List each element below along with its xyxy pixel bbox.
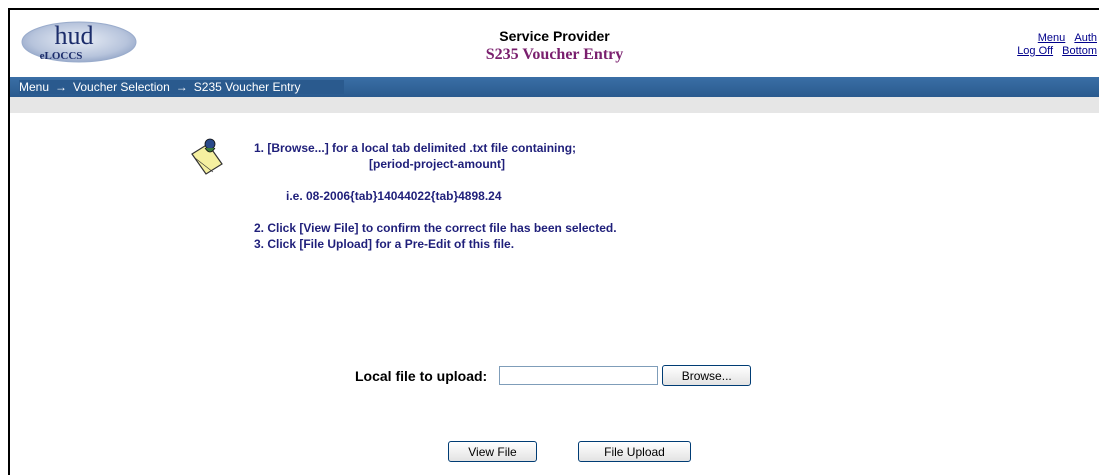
instruction-example: i.e. 08-2006{tab}14044022{tab}4898.24 [286,189,502,203]
instruction-step-1-format: [period-project-amount] [369,157,505,171]
upload-row: Local file to upload: Browse... [355,365,752,386]
view-file-button[interactable]: View File [448,441,537,462]
page-title: S235 Voucher Entry [485,46,624,63]
logoff-link[interactable]: Log Off [1017,45,1053,57]
arrow-right-icon: → [175,80,188,94]
top-links: Menu Auth Log Off Bottom [1011,32,1097,58]
bottom-link[interactable]: Bottom [1062,45,1097,57]
browse-button[interactable]: Browse... [662,365,752,386]
breadcrumb-item-voucher-selection[interactable]: Voucher Selection [73,80,170,94]
breadcrumb-item-s235-voucher-entry: S235 Voucher Entry [193,80,301,94]
auth-link[interactable]: Auth [1074,32,1097,44]
navigation-bar: Menu → Voucher Selection → S235 Voucher … [10,77,1099,97]
instruction-step-2: 2. Click [View File] to confirm the corr… [254,221,617,235]
file-upload-button[interactable]: File Upload [578,441,691,462]
instruction-step-3: 3. Click [File Upload] for a Pre-Edit of… [254,237,515,251]
instructions: 1. [Browse...] for a local tab delimited… [254,140,617,252]
note-pad-icon [191,138,223,175]
app-frame: hud eLOCCS Service Provider S235 Voucher… [8,8,1099,475]
instruction-step-1: 1. [Browse...] for a local tab delimited… [254,141,577,155]
app-title: Service Provider [499,28,610,44]
breadcrumb-item-menu[interactable]: Menu [19,80,49,94]
menu-link[interactable]: Menu [1038,32,1066,44]
title-block: Service Provider S235 Voucher Entry [10,28,1099,64]
upload-label: Local file to upload: [355,367,488,384]
arrow-right-icon: → [55,80,68,94]
header: hud eLOCCS Service Provider S235 Voucher… [10,10,1099,66]
file-path-input[interactable] [499,366,659,385]
sub-bar [10,97,1099,113]
breadcrumb: Menu → Voucher Selection → S235 Voucher … [19,80,344,94]
